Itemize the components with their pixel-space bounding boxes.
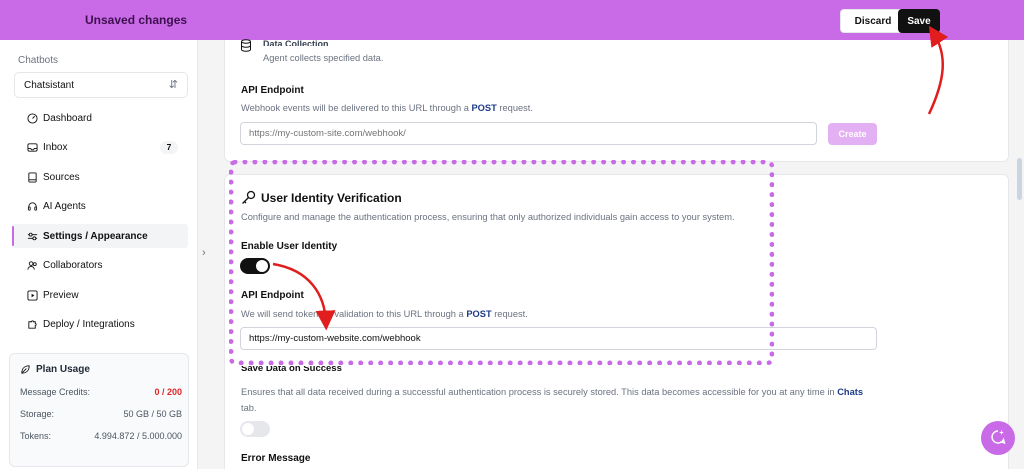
sidebar-item-deploy-integrations[interactable]: Deploy / Integrations [12,313,188,337]
plan-row-tokens: Tokens: 4.994.872 / 5.000.000 [20,431,182,441]
sidebar-item-settings-appearance[interactable]: Settings / Appearance [12,224,188,248]
data-collection-title: Data Collection [263,39,329,46]
sparkle-chat-icon [990,429,1006,448]
data-collection-desc: Agent collects specified data. [263,53,384,63]
leaf-icon [20,364,31,375]
plan-row-label: Message Credits: [20,387,91,397]
plan-row-storage: Storage: 50 GB / 50 GB [20,409,182,419]
sidebar-item-label: AI Agents [43,201,86,212]
sidebar-item-inbox[interactable]: Inbox 7 [12,136,188,160]
plan-row-value: 4.994.872 / 5.000.000 [94,431,182,441]
sidebar-item-label: Collaborators [43,260,103,271]
error-message-title: Error Message [241,453,311,464]
plan-row-message-credits: Message Credits: 0 / 200 [20,387,182,397]
save-data-title: Save Data on Success [241,366,342,374]
scrollbar-thumb[interactable] [1017,158,1022,200]
database-icon [240,39,252,55]
gauge-icon [26,112,38,124]
webhook-endpoint-desc: Webhook events will be delivered to this… [241,103,533,113]
sidebar-nav: Dashboard Inbox 7 Sources AI Agents Sett… [12,106,188,342]
plan-row-value: 50 GB / 50 GB [123,409,182,419]
annotation-highlight-box [229,160,774,365]
unsaved-changes-title: Unsaved changes [85,13,188,27]
select-chevron-icon: ⇵ [168,79,178,91]
inbox-icon [26,142,38,154]
sidebar-item-label: Dashboard [43,112,92,124]
unsaved-changes-bar: Unsaved changes Discard Save [0,0,1024,40]
chat-assistant-fab[interactable] [981,421,1015,455]
discard-button[interactable]: Discard [840,9,906,33]
sidebar-item-label: Deploy / Integrations [43,319,135,330]
toggle-knob [242,423,254,435]
headset-icon [26,201,38,213]
save-button[interactable]: Save [898,9,940,33]
create-webhook-button[interactable]: Create [828,123,877,145]
puzzle-icon [26,319,38,331]
chatbot-select-value: Chatsistant [24,80,75,91]
sidebar-item-label: Sources [43,171,80,183]
sidebar-item-label: Preview [43,289,79,301]
sidebar-collapse-chevron-icon[interactable]: › [202,247,206,259]
inbox-count-badge: 7 [160,140,178,154]
plan-row-label: Tokens: [20,431,52,441]
chatbot-select[interactable]: Chatsistant ⇵ [14,72,188,98]
chatbots-label: Chatbots [18,55,59,66]
sidebar-item-collaborators[interactable]: Collaborators [12,254,188,278]
webhook-endpoint-title: API Endpoint [241,85,304,96]
plan-usage-title: Plan Usage [20,364,90,375]
book-icon [26,171,38,183]
sidebar-item-preview[interactable]: Preview [12,283,188,307]
sidebar: Chatbots Chatsistant ⇵ Dashboard Inbox 7… [0,40,198,469]
sidebar-item-label: Inbox [43,142,68,153]
save-data-toggle[interactable] [240,421,270,437]
webhook-url-input[interactable] [240,122,817,145]
sidebar-item-ai-agents[interactable]: AI Agents [12,195,188,219]
plan-row-label: Storage: [20,409,55,419]
sidebar-item-label: Settings / Appearance [43,230,148,242]
users-icon [26,260,38,272]
sidebar-item-sources[interactable]: Sources [12,165,188,189]
sidebar-item-dashboard[interactable]: Dashboard [12,106,188,130]
sliders-icon [26,230,38,242]
save-data-desc: Ensures that all data received during a … [241,387,864,413]
plan-row-value: 0 / 200 [154,387,182,397]
plan-usage-card: Plan Usage Message Credits: 0 / 200 Stor… [9,353,189,467]
play-icon [26,289,38,301]
plan-usage-label: Plan Usage [36,364,90,375]
